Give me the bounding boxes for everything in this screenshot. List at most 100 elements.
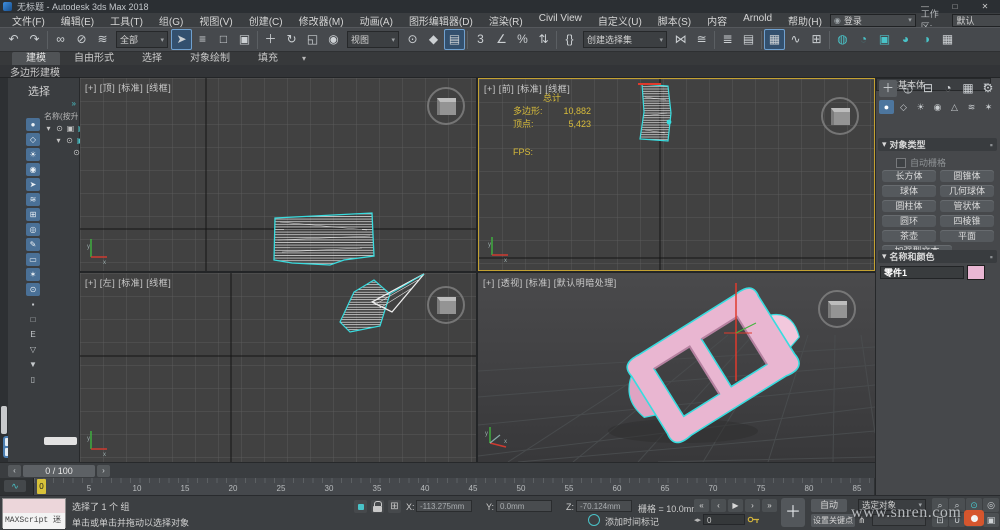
display-shapes-icon[interactable]: ◇ (26, 133, 40, 146)
select-manipulate-icon[interactable]: ◆ (423, 29, 444, 50)
group-node-icon[interactable]: ▣ (66, 124, 75, 133)
render-setup-icon[interactable]: ◔ (853, 29, 874, 50)
cat-systems-icon[interactable]: ✶ (981, 100, 996, 114)
add-time-tag[interactable]: 添加时间标记 (605, 515, 659, 528)
viewcube[interactable] (427, 286, 465, 324)
primitive-button-四棱锥[interactable]: 四棱锥 (940, 215, 994, 227)
ribbon-tab-选择[interactable]: 选择 (128, 52, 176, 65)
tab-hierarchy-icon[interactable]: ⊟ (919, 80, 937, 97)
display-visibility-icon[interactable]: ⊙ (26, 283, 40, 296)
current-frame-field[interactable]: 0 (703, 514, 745, 525)
percent-snap-icon[interactable]: % (512, 29, 533, 50)
primitive-button-球体[interactable]: 球体 (882, 185, 936, 197)
tab-display-icon[interactable]: ▦ (959, 80, 977, 97)
menu-item-工具(T)[interactable]: 工具(T) (102, 13, 151, 28)
spinner-snap-icon[interactable]: ⇅ (533, 29, 554, 50)
next-frame-button[interactable]: › (745, 499, 760, 512)
primitive-button-管状体[interactable]: 管状体 (940, 200, 994, 212)
primitive-button-平面[interactable]: 平面 (940, 230, 994, 242)
dope-sheet-icon[interactable]: ⊞ (806, 29, 827, 50)
previous-key-button[interactable]: ‹ (8, 465, 21, 477)
object-color-swatch[interactable] (967, 265, 985, 280)
isolate-selection-toggle[interactable] (354, 500, 367, 513)
material-editor-icon[interactable]: ◍ (832, 29, 853, 50)
display-geometry-icon[interactable]: ● (26, 118, 40, 131)
primitive-button-几何球体[interactable]: 几何球体 (940, 185, 994, 197)
cat-lights-icon[interactable]: ☀ (913, 100, 928, 114)
ribbon-tab-对象绘制[interactable]: 对象绘制 (176, 52, 244, 65)
select-move-icon[interactable]: ＋ (260, 29, 281, 50)
keyboard-override-icon[interactable]: ▤ (444, 29, 465, 50)
layer-explorer-toggle-icon[interactable]: ▤ (738, 29, 759, 50)
menu-item-文件(F)[interactable]: 文件(F) (4, 13, 53, 28)
object-type-rollout[interactable]: ▾ 对象类型 ▪ (878, 138, 997, 151)
rendered-frame-window-icon[interactable]: ▣ (874, 29, 895, 50)
ribbon-tab-填充[interactable]: 填充 (244, 52, 292, 65)
menu-item-自定义(U)[interactable]: 自定义(U) (590, 13, 650, 28)
select-scale-icon[interactable]: ◱ (302, 29, 323, 50)
redo-icon[interactable]: ↷ (24, 29, 45, 50)
window-crossing-icon[interactable]: ▣ (234, 29, 255, 50)
go-to-start-button[interactable]: « (694, 499, 709, 512)
edit-named-sets-icon[interactable]: {} (559, 29, 580, 50)
display-hidden-icon[interactable]: □ (26, 313, 40, 326)
render-grid-icon[interactable]: ▦ (937, 29, 958, 50)
menu-item-视图(V)[interactable]: 视图(V) (191, 13, 240, 28)
menu-item-修改器(M)[interactable]: 修改器(M) (291, 13, 352, 28)
eye-icon[interactable]: ⊙ (65, 136, 74, 145)
login-dropdown[interactable]: ◉ 登录 ▾ (830, 14, 916, 27)
next-key-button[interactable]: › (97, 465, 110, 477)
select-link-icon[interactable]: ∞ (50, 29, 71, 50)
tab-motion-icon[interactable]: ◔ (939, 80, 957, 97)
filter-icon[interactable]: ▼ (26, 358, 40, 371)
viewport-perspective-label[interactable]: [+] [透视] [标准] [默认明暗处理] (483, 276, 617, 289)
snap-toggle-icon[interactable]: 3 (470, 29, 491, 50)
tab-utilities-icon[interactable]: ⚙ (979, 80, 997, 97)
cat-geometry-icon[interactable]: ● (879, 100, 894, 114)
ribbon-tab-自由形式[interactable]: 自由形式 (60, 52, 128, 65)
menu-item-编辑(E)[interactable]: 编辑(E) (53, 13, 102, 28)
rect-selection-region-icon[interactable]: □ (213, 29, 234, 50)
menu-item-组(G)[interactable]: 组(G) (151, 13, 191, 28)
menu-item-脚本(S)[interactable]: 脚本(S) (650, 13, 699, 28)
auto-key-button[interactable]: 自动 (811, 499, 847, 512)
viewport-left-label[interactable]: [+] [左] [标准] [线框] (85, 276, 171, 289)
display-cameras-icon[interactable]: ◉ (26, 163, 40, 176)
display-xrefs-icon[interactable]: ◎ (26, 223, 40, 236)
scene-explorer-toggle-icon[interactable]: ≣ (717, 29, 738, 50)
primitive-button-茶壶[interactable]: 茶壶 (882, 230, 936, 242)
wireframe-object-top[interactable] (272, 210, 377, 268)
mini-curve-editor-button[interactable]: ∿ (4, 480, 26, 492)
display-helpers-icon[interactable]: ➤ (26, 178, 40, 191)
ribbon-overflow-icon[interactable]: ▾ (292, 52, 316, 65)
horizontal-scrollbar[interactable] (44, 437, 77, 445)
maximize-viewport-button[interactable]: ▣ (983, 513, 999, 527)
display-groups-icon[interactable]: ⊞ (26, 208, 40, 221)
key-icon[interactable] (747, 515, 761, 524)
z-coordinate-field[interactable]: -70.124mm (576, 500, 632, 512)
reference-coordinate-dropdown[interactable]: 视图▾ (347, 31, 399, 48)
time-slider-handle[interactable]: 0 / 100 (23, 465, 95, 477)
display-particles-icon[interactable]: ✶ (26, 268, 40, 281)
undo-icon[interactable]: ↶ (3, 29, 24, 50)
listener-pane[interactable]: MAXScript 迷 (3, 513, 65, 529)
eye-icon[interactable]: ⊙ (55, 124, 64, 133)
selection-lock-toggle[interactable] (371, 500, 384, 513)
use-pivot-center-icon[interactable]: ⊙ (402, 29, 423, 50)
filter-config-icon[interactable]: ▽ (26, 343, 40, 356)
select-by-name-icon[interactable]: ≡ (192, 29, 213, 50)
display-spacewarps-icon[interactable]: ≋ (26, 193, 40, 206)
render-production-icon[interactable]: ◕ (895, 29, 916, 50)
play-button[interactable]: ▶ (728, 499, 743, 512)
workspace-dropdown[interactable]: 默认 ▾ (952, 14, 1000, 27)
autogrid-checkbox[interactable] (896, 158, 906, 168)
menu-item-渲染(R)[interactable]: 渲染(R) (481, 13, 531, 28)
primitive-button-圆环[interactable]: 圆环 (882, 215, 936, 227)
primitive-button-圆锥体[interactable]: 圆锥体 (940, 170, 994, 182)
menu-item-图形编辑器(D)[interactable]: 图形编辑器(D) (401, 13, 481, 28)
viewport-left[interactable]: [+] [左] [标准] [线框] yx (80, 273, 476, 462)
selection-filter-dropdown[interactable]: 全部▾ (116, 31, 168, 48)
render-flyout-icon[interactable]: ◑ (916, 29, 937, 50)
ribbon-panel-label[interactable]: 多边形建模 (10, 64, 60, 79)
current-frame-marker[interactable]: 0 (37, 479, 46, 494)
